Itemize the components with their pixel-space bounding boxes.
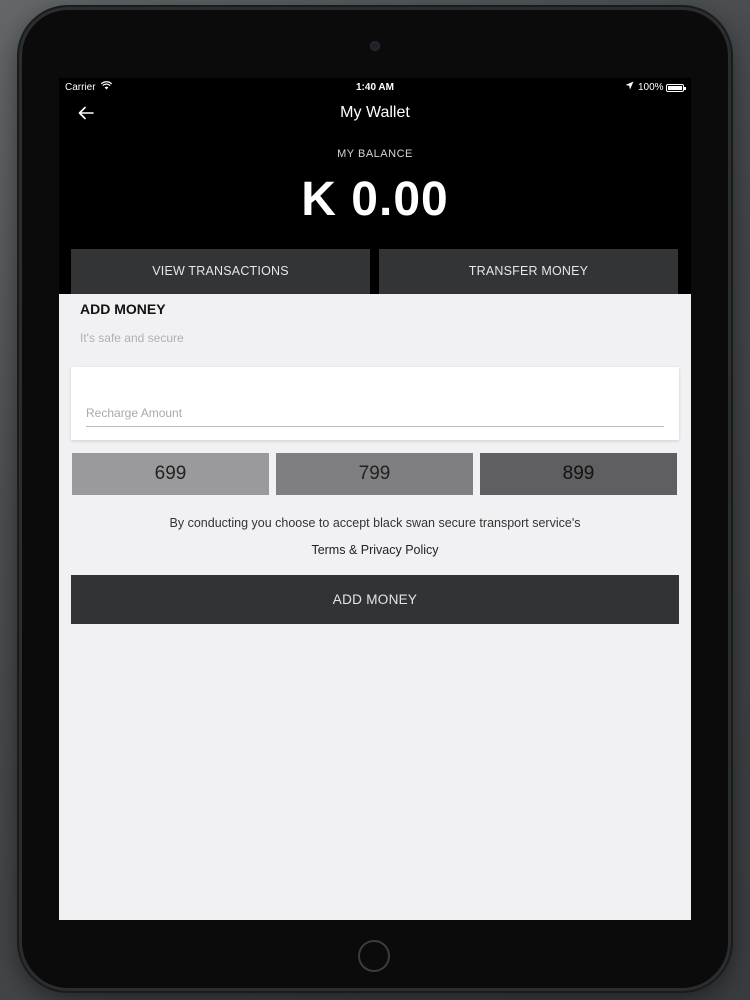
camera-icon bbox=[370, 41, 380, 51]
balance-amount: K 0.00 bbox=[301, 173, 449, 226]
balance-label: MY BALANCE bbox=[337, 148, 413, 160]
view-transactions-button[interactable]: VIEW TRANSACTIONS bbox=[71, 249, 370, 294]
preset-amount-699[interactable]: 699 bbox=[72, 453, 269, 495]
preset-amount-799[interactable]: 799 bbox=[276, 453, 473, 495]
page-title: My Wallet bbox=[340, 104, 410, 121]
preset-amount-899[interactable]: 899 bbox=[480, 453, 677, 495]
status-time: 1:40 AM bbox=[356, 82, 394, 93]
app-screen: Carrier 1:40 AM 100% My Wallet MY BALANC… bbox=[59, 78, 691, 920]
terms-notice: By conducting you choose to accept black… bbox=[169, 516, 581, 530]
wallet-header: Carrier 1:40 AM 100% My Wallet MY BALANC… bbox=[59, 78, 691, 294]
terms-privacy-link[interactable]: Terms & Privacy Policy bbox=[59, 543, 691, 557]
battery-icon bbox=[666, 84, 686, 92]
add-money-button[interactable]: ADD MONEY bbox=[71, 575, 679, 624]
battery-percent: 100% bbox=[638, 82, 664, 93]
add-money-subtitle: It's safe and secure bbox=[80, 331, 184, 345]
recharge-card bbox=[71, 367, 679, 440]
transfer-money-button[interactable]: TRANSFER MONEY bbox=[379, 249, 678, 294]
location-arrow-icon bbox=[625, 81, 634, 93]
home-button[interactable] bbox=[358, 940, 390, 972]
add-money-heading: ADD MONEY bbox=[80, 301, 166, 317]
status-bar: Carrier 1:40 AM 100% bbox=[59, 78, 691, 98]
recharge-amount-input[interactable] bbox=[86, 403, 664, 427]
